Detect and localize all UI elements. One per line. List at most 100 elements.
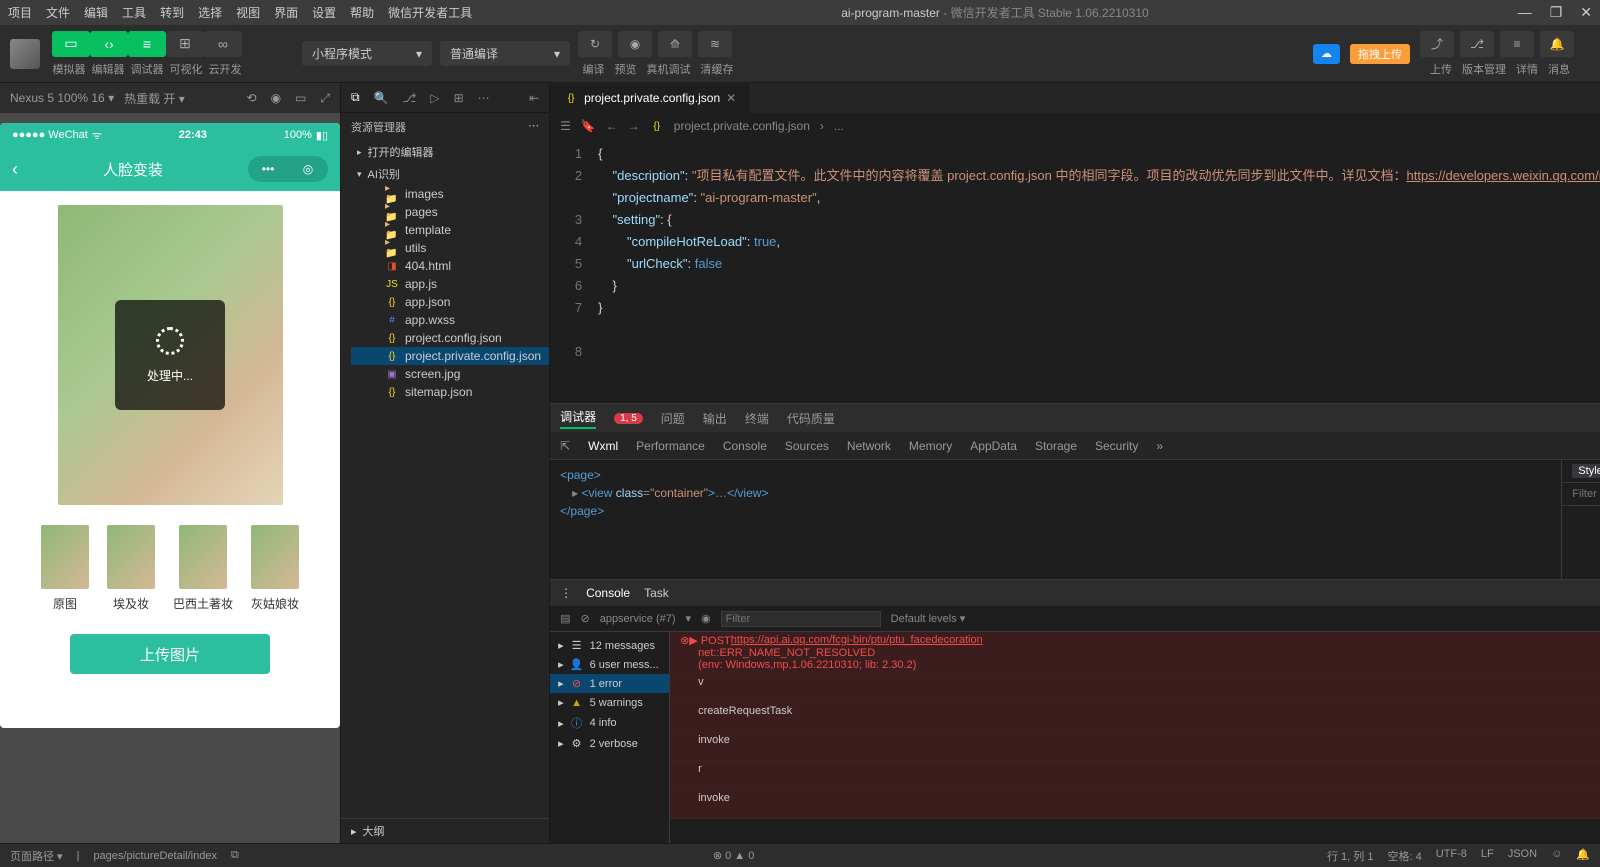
open-editors-section[interactable]: ▸打开的编辑器 — [341, 141, 549, 163]
thumb-egypt[interactable]: 埃及妆 — [107, 525, 155, 612]
file-pages[interactable]: ▸ 📁pages — [351, 203, 549, 221]
drawer-tab-task[interactable]: Task — [644, 586, 669, 600]
console-log[interactable]: ⊗ ▶ POST https://api.ai.qq.com/fcgi-bin/… — [670, 632, 1600, 843]
simulator-toggle[interactable]: ▭ — [52, 31, 90, 57]
subtab-more[interactable]: » — [1156, 439, 1163, 453]
copy-path-icon[interactable]: ⧉ — [231, 849, 239, 862]
console-context-select[interactable]: appservice (#7) — [600, 613, 676, 625]
console-side-5-warnings[interactable]: ▸▲5 warnings — [550, 693, 669, 712]
bc-bookmark-icon[interactable]: 🔖 — [581, 119, 596, 133]
menu-project[interactable]: 项目 — [8, 4, 32, 21]
explorer-debug-icon[interactable]: ▷ — [430, 91, 439, 105]
tab-project-private-config[interactable]: {}project.private.config.json✕ — [550, 83, 751, 113]
cursor-position[interactable]: 行 1, 列 1 — [1327, 848, 1373, 864]
console-error-entry[interactable]: ⊗ ▶ POST https://api.ai.qq.com/fcgi-bin/… — [670, 632, 1600, 674]
subtab-performance[interactable]: Performance — [636, 439, 705, 453]
styles-filter-input[interactable] — [1572, 487, 1600, 501]
menu-view[interactable]: 视图 — [236, 4, 260, 21]
eol[interactable]: LF — [1481, 848, 1494, 864]
menu-goto[interactable]: 转到 — [160, 4, 184, 21]
subtab-network[interactable]: Network — [847, 439, 891, 453]
capsule-menu[interactable]: ••• — [248, 156, 288, 182]
sim-expand-icon[interactable]: ⤢ — [320, 91, 330, 106]
subtab-security[interactable]: Security — [1095, 439, 1138, 453]
file-utils[interactable]: ▸ 📁utils — [351, 239, 549, 257]
realdev-button[interactable]: ⟰ — [658, 31, 692, 57]
page-path-label[interactable]: 页面路径 ▾ — [10, 848, 63, 864]
hotreload-select[interactable]: 热重载 开 ▾ — [124, 90, 185, 107]
styles-tab-styles[interactable]: Styles — [1572, 464, 1600, 478]
dbg-tab-debugger[interactable]: 调试器 — [560, 408, 596, 429]
subtab-appdata[interactable]: AppData — [970, 439, 1017, 453]
capsule-close[interactable]: ◎ — [288, 156, 328, 182]
compile-select[interactable]: 普通编译▾ — [440, 41, 570, 66]
message-button[interactable]: 🔔 — [1540, 31, 1574, 57]
console-filter-input[interactable] — [721, 611, 881, 627]
editor-toggle[interactable]: ‹› — [90, 31, 128, 57]
compile-button[interactable]: ↻ — [578, 31, 612, 57]
cloud-badge[interactable]: ☁ — [1313, 44, 1340, 64]
explorer-files-icon[interactable]: ⧉ — [351, 90, 360, 105]
dbg-tab-output[interactable]: 输出 — [703, 410, 727, 427]
tab-close-icon[interactable]: ✕ — [726, 91, 736, 105]
file-404-html[interactable]: ◨404.html — [351, 257, 549, 275]
menu-ui[interactable]: 界面 — [274, 4, 298, 21]
upload-image-button[interactable]: 上传图片 — [70, 634, 270, 674]
outline-section[interactable]: ▸大纲 — [341, 818, 549, 843]
explorer-more-actions[interactable]: ⋯ — [528, 119, 539, 135]
mode-select[interactable]: 小程序模式▾ — [302, 41, 432, 66]
menu-edit[interactable]: 编辑 — [84, 4, 108, 21]
dbg-tab-terminal[interactable]: 终端 — [745, 410, 769, 427]
maximize-button[interactable]: ❐ — [1550, 4, 1563, 21]
file-screen-jpg[interactable]: ▣screen.jpg — [351, 365, 549, 383]
console-trace-line[interactable]: invoke@ VM9 asdebug.js:10 — [670, 732, 1600, 761]
dbg-tab-quality[interactable]: 代码质量 — [787, 410, 835, 427]
subtab-sources[interactable]: Sources — [785, 439, 829, 453]
file-template[interactable]: ▸ 📁template — [351, 221, 549, 239]
bc-menu-icon[interactable]: ☰ — [560, 119, 571, 133]
file-app-json[interactable]: {}app.json — [351, 293, 549, 311]
explorer-collapse-icon[interactable]: ⇤ — [529, 91, 539, 105]
user-avatar[interactable] — [10, 39, 40, 69]
menu-tools[interactable]: 工具 — [122, 4, 146, 21]
file-images[interactable]: ▸ 📁images — [351, 185, 549, 203]
file-sitemap-json[interactable]: {}sitemap.json — [351, 383, 549, 401]
console-live-icon[interactable]: ◉ — [701, 612, 711, 625]
menu-help[interactable]: 帮助 — [350, 4, 374, 21]
file-app-wxss[interactable]: #app.wxss — [351, 311, 549, 329]
explorer-ext-icon[interactable]: ⊞ — [454, 91, 464, 105]
device-select[interactable]: Nexus 5 100% 16 ▾ — [10, 91, 114, 105]
language-mode[interactable]: JSON — [1508, 848, 1537, 864]
console-drawer-menu[interactable]: ⋮ — [560, 586, 572, 600]
debugger-toggle[interactable]: ≡ — [128, 31, 166, 57]
console-trace-line[interactable]: r@ VM9 asdebug.js:10 — [670, 761, 1600, 790]
file-project-private-config-json[interactable]: {}project.private.config.json — [351, 347, 549, 365]
visualize-toggle[interactable]: ⊞ — [166, 31, 204, 57]
console-trace-line[interactable]: v@ VM9 asdebug.js:10 — [670, 674, 1600, 703]
inspect-icon[interactable]: ⇱ — [560, 439, 570, 453]
drawer-tab-console[interactable]: Console — [586, 586, 630, 600]
notifications-icon[interactable]: 🔔 — [1576, 848, 1590, 864]
drag-upload-badge[interactable]: 拖拽上传 — [1350, 44, 1410, 64]
breadcrumb-more[interactable]: ... — [834, 119, 844, 133]
project-section[interactable]: ▾AI识别 — [341, 163, 549, 185]
explorer-git-icon[interactable]: ⎇ — [403, 91, 417, 105]
subtab-memory[interactable]: Memory — [909, 439, 952, 453]
console-levels-select[interactable]: Default levels ▾ — [891, 612, 966, 625]
dbg-tab-problems[interactable]: 问题 — [661, 410, 685, 427]
bc-back-icon[interactable]: ← — [606, 119, 618, 133]
upload-button[interactable]: ⤴ — [1420, 31, 1454, 57]
menu-devtools[interactable]: 微信开发者工具 — [388, 4, 472, 21]
explorer-more-icon[interactable]: ⋯ — [478, 91, 490, 105]
sim-record-icon[interactable]: ◉ — [271, 91, 281, 106]
breadcrumb-file[interactable]: project.private.config.json — [674, 119, 810, 133]
menu-settings[interactable]: 设置 — [312, 4, 336, 21]
thumb-brazil[interactable]: 巴西土著妆 — [173, 525, 233, 612]
cloud-toggle[interactable]: ∞ — [204, 31, 242, 57]
console-sidebar-toggle[interactable]: ▤ — [560, 612, 570, 625]
subtab-storage[interactable]: Storage — [1035, 439, 1077, 453]
console-side-12-messages[interactable]: ▸☰12 messages — [550, 636, 669, 655]
encoding[interactable]: UTF-8 — [1436, 848, 1467, 864]
thumb-original[interactable]: 原图 — [41, 525, 89, 612]
clear-cache-button[interactable]: ≋ — [698, 31, 732, 57]
